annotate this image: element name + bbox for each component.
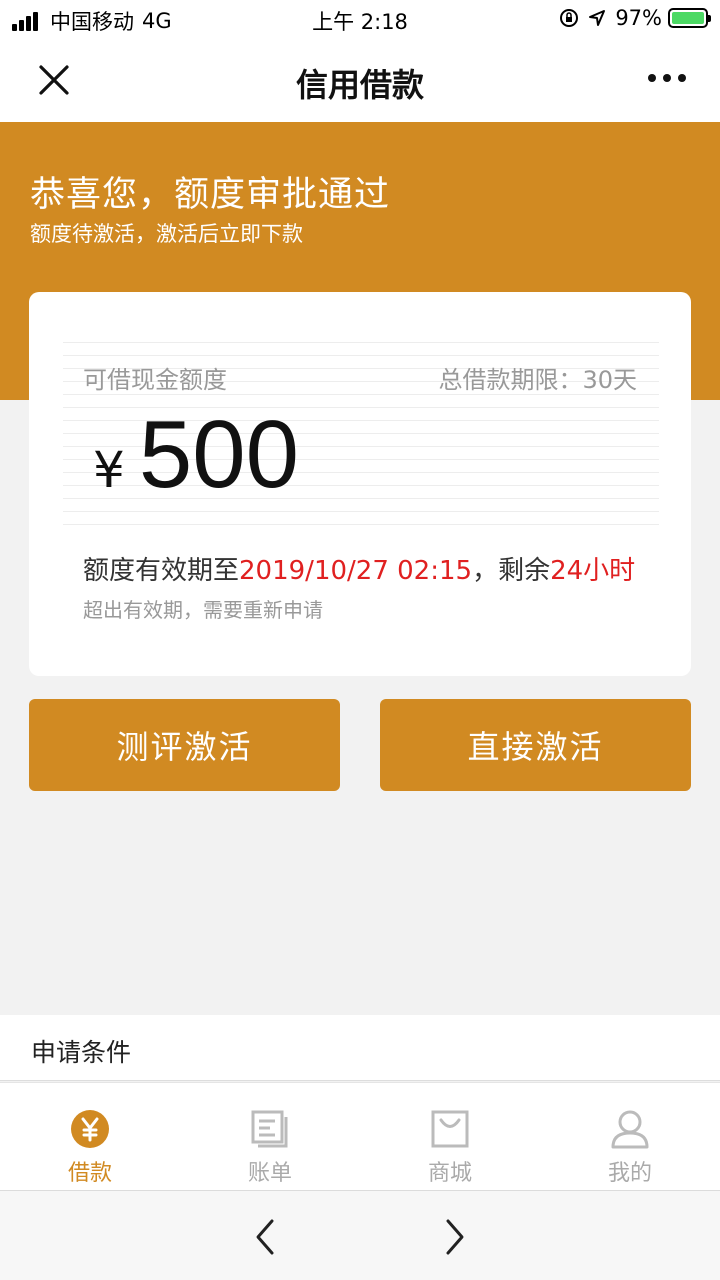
user-icon xyxy=(611,1110,649,1149)
tab-loan[interactable]: 借款 xyxy=(0,1083,180,1191)
location-icon xyxy=(589,10,606,26)
page-title: 信用借款 xyxy=(295,66,424,104)
direct-activate-button[interactable]: 直接激活 xyxy=(380,699,691,791)
bill-icon xyxy=(251,1110,288,1148)
battery-icon xyxy=(668,8,711,28)
eval-activate-button[interactable]: 测评激活 xyxy=(29,699,340,791)
status-bar: 中国移动 4G 上午 2:18 97% xyxy=(0,0,720,38)
validity-remaining: 24小时 xyxy=(550,556,636,586)
credit-amount: ¥ 500 xyxy=(93,400,299,510)
tab-mine[interactable]: 我的 xyxy=(540,1083,720,1191)
tab-bar: 借款 账单 商城 我的 xyxy=(0,1082,720,1190)
approval-subtitle: 额度待激活，激活后立即下款 xyxy=(30,222,303,246)
approval-title: 恭喜您，额度审批通过 xyxy=(30,175,391,215)
conditions-section[interactable]: 申请条件 xyxy=(0,1015,720,1081)
shop-icon xyxy=(431,1110,469,1148)
tab-label: 账单 xyxy=(247,1161,292,1186)
forward-arrow-icon[interactable] xyxy=(438,1217,472,1257)
tab-label: 商城 xyxy=(427,1161,472,1186)
validity-date: 2019/10/27 02:15 xyxy=(239,556,473,586)
yuan-icon xyxy=(71,1110,109,1148)
validity-mid: ，剩余 xyxy=(472,556,551,586)
conditions-title: 申请条件 xyxy=(31,1038,132,1067)
validity-prefix: 额度有效期至 xyxy=(83,556,240,586)
orientation-lock-icon xyxy=(560,9,579,27)
validity-note: 超出有效期，需要重新申请 xyxy=(83,598,323,622)
currency-symbol: ¥ xyxy=(93,441,125,499)
validity-text: 额度有效期至2019/10/27 02:15，剩余24小时 xyxy=(83,550,635,587)
amount-value: 500 xyxy=(138,401,299,508)
tab-bill[interactable]: 账单 xyxy=(180,1083,360,1191)
browser-nav-bar xyxy=(0,1190,720,1280)
back-arrow-icon[interactable] xyxy=(248,1217,282,1257)
tab-label: 借款 xyxy=(67,1161,112,1186)
credit-card-panel: 可借现金额度 总借款期限：30天 ¥ 500 额度有效期至2019/10/27 … xyxy=(29,292,691,676)
tab-shop[interactable]: 商城 xyxy=(360,1083,540,1191)
more-icon[interactable] xyxy=(641,74,686,82)
nav-bar: 信用借款 xyxy=(0,38,720,122)
battery-percent: 97% xyxy=(615,6,662,30)
status-right: 97% xyxy=(559,6,711,30)
tab-label: 我的 xyxy=(607,1161,652,1186)
loan-term-label: 总借款期限：30天 xyxy=(438,366,637,394)
cash-limit-label: 可借现金额度 xyxy=(83,366,227,394)
